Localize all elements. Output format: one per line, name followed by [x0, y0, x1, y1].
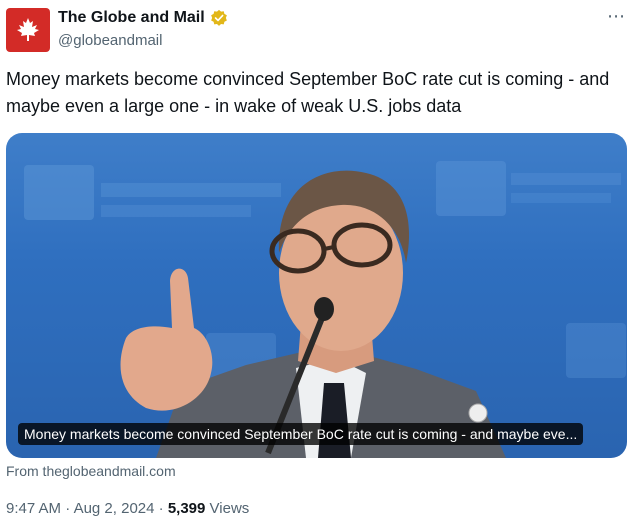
views-label: Views — [209, 500, 250, 517]
views-count: 5,399 — [167, 500, 206, 517]
card-source-link[interactable]: From theglobeandmail.com — [6, 463, 176, 479]
separator: · — [158, 500, 164, 517]
link-card[interactable]: Money markets become convinced September… — [6, 133, 627, 458]
separator: · — [65, 500, 71, 517]
avatar[interactable] — [6, 8, 50, 52]
tweet-date[interactable]: Aug 2, 2024 — [74, 500, 155, 517]
tweet-time[interactable]: 9:47 AM — [6, 500, 61, 517]
more-options-icon[interactable]: ⋯ — [607, 6, 626, 27]
tweet-header: The Globe and Mail @globeandmail ⋯ — [6, 6, 630, 56]
display-name[interactable]: The Globe and Mail — [58, 8, 205, 28]
handle[interactable]: @globeandmail — [58, 31, 228, 51]
tweet-text: Money markets become convinced September… — [6, 69, 610, 116]
card-caption: Money markets become convinced September… — [18, 423, 584, 445]
verified-badge-icon[interactable] — [210, 9, 228, 27]
card-photo — [24, 161, 626, 458]
maple-leaf-icon — [17, 18, 39, 41]
tweet-metadata: 9:47 AM · Aug 2, 2024 · 5,399 Views — [6, 500, 249, 517]
